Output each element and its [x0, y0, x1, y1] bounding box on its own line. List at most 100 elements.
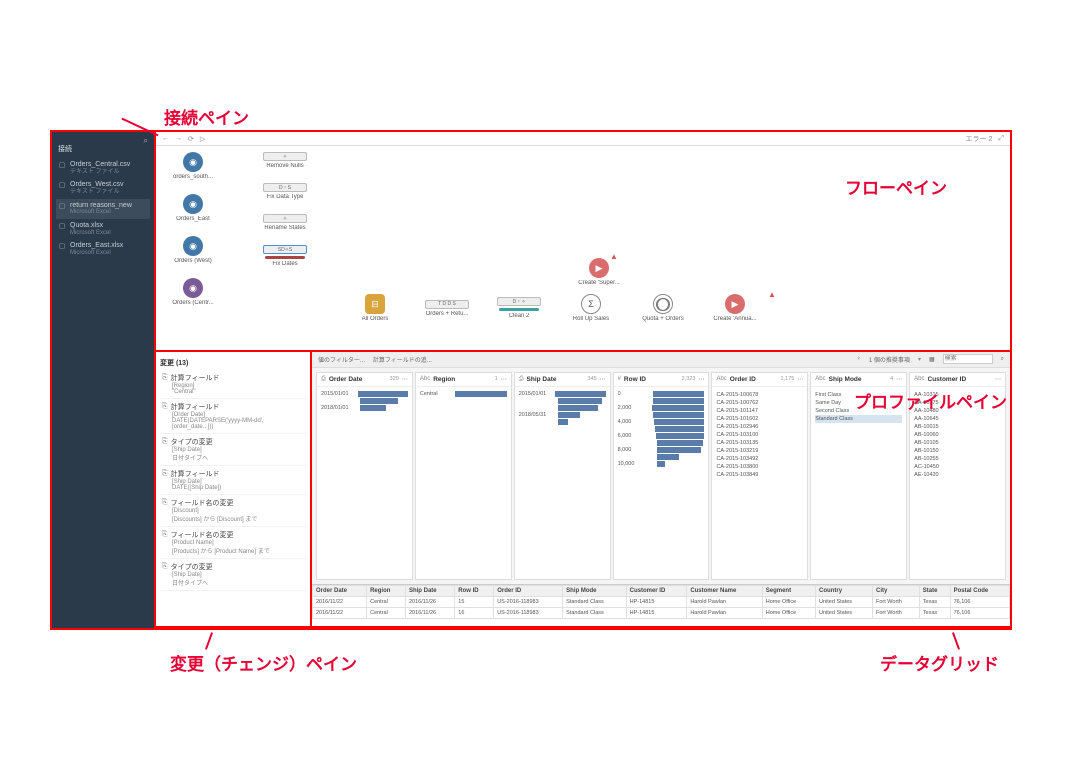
refresh-icon[interactable]: ⟳	[188, 135, 194, 143]
flow-node[interactable]: D・SFix Data Type	[256, 183, 314, 200]
column-header[interactable]: Country	[816, 586, 873, 597]
search-input[interactable]	[943, 354, 993, 364]
change-item[interactable]: ⎘タイプの変更[Ship Date]日付タイプへ	[160, 434, 306, 466]
flow-node[interactable]: ΣRoll Up Sales	[562, 294, 620, 322]
menu-icon[interactable]: ⋯	[995, 376, 1001, 383]
change-item[interactable]: ⎘フィールド名の変更[Product Name][Products] から [P…	[160, 527, 306, 559]
connection-item[interactable]: ▢Orders_Central.csvテキスト ファイル	[56, 158, 150, 178]
table-row[interactable]: 2016/11/22Central2016/11/2616US-2016-118…	[313, 608, 1010, 619]
flow-node[interactable]: ◉Orders_East	[164, 194, 222, 222]
change-item[interactable]: ⎘タイプの変更[Ship Date]日付タイプへ	[160, 559, 306, 591]
flow-node[interactable]: ▶Create 'Annua...	[706, 294, 764, 322]
play-icon[interactable]: ▷	[200, 135, 205, 143]
value-row[interactable]: CA-2015-101147	[716, 407, 803, 415]
change-item[interactable]: ⎘フィールド名の変更[Discount][Discounts] から [Disc…	[160, 495, 306, 527]
change-item[interactable]: ⎘計算フィールド[Region]"Central"	[160, 370, 306, 399]
error-count[interactable]: エラー 2	[966, 134, 993, 144]
flow-node[interactable]: Quota + Orders	[634, 294, 692, 322]
connection-item[interactable]: ▢return reasons_newMicrosoft Excel	[56, 199, 150, 219]
flow-node[interactable]: SD✧SFix Dates	[256, 245, 314, 267]
value-row[interactable]: AA-10645	[914, 415, 1001, 423]
column-header[interactable]: City	[872, 586, 919, 597]
change-icon: ⎘	[162, 403, 168, 411]
flow-node[interactable]: ◉Orders (West)	[164, 236, 222, 264]
connection-item[interactable]: ▢Orders_West.csvテキスト ファイル	[56, 178, 150, 198]
column-header[interactable]: Row ID	[455, 586, 494, 597]
value-row[interactable]: CA-2015-103135	[716, 439, 803, 447]
value-row[interactable]: CA-2015-103849	[716, 471, 803, 479]
flow-node[interactable]: ✧Remove Nulls	[256, 152, 314, 169]
search-icon[interactable]: ⌕	[1001, 356, 1004, 363]
flow-node[interactable]: D・✧Clean 2	[490, 297, 548, 319]
chevron-down-icon[interactable]: ▾	[918, 356, 921, 363]
profile-card[interactable]: ⎙Order Date329⋯2015/01/012018/01/01	[316, 372, 413, 580]
value-row[interactable]: Standard Class	[815, 415, 902, 423]
search-icon[interactable]: ⌕	[144, 136, 148, 146]
value-row[interactable]: AC-10450	[914, 463, 1001, 471]
value-row[interactable]: AB-10060	[914, 431, 1001, 439]
value-row[interactable]: AB-10105	[914, 439, 1001, 447]
back-icon[interactable]: ←	[162, 135, 169, 142]
recommendations-label[interactable]: 1 個の推奨事項	[869, 355, 910, 364]
value-row[interactable]: CA-2015-103219	[716, 447, 803, 455]
bin-bar	[653, 398, 705, 404]
flow-node[interactable]: T D D SOrders + Retu...	[418, 300, 476, 317]
value-row[interactable]: CA-2015-103100	[716, 431, 803, 439]
menu-icon[interactable]: ⋯	[501, 376, 507, 383]
profile-card[interactable]: #Row ID2,323⋯02,0004,0006,0008,00010,000	[613, 372, 710, 580]
profile-card[interactable]: AbcRegion1⋯Central	[415, 372, 512, 580]
step-bar: T D D S	[425, 300, 469, 309]
menu-icon[interactable]: ⋯	[797, 376, 803, 383]
change-item[interactable]: ⎘計算フィールド[Ship Date]DATE([Ship Date])	[160, 466, 306, 495]
menu-icon[interactable]: ⋯	[698, 376, 704, 383]
warning-icon[interactable]: ▲	[610, 252, 618, 261]
grid-view-icon[interactable]: ▦	[929, 356, 935, 363]
add-calc-field-button[interactable]: 計算フィールドの追...	[373, 355, 432, 364]
expand-icon[interactable]: ⤢	[998, 135, 1004, 143]
column-header[interactable]: Postal Code	[950, 586, 1009, 597]
column-header[interactable]: Customer ID	[626, 586, 687, 597]
flow-node[interactable]: ◉orders_south...	[164, 152, 222, 180]
filter-button[interactable]: 値のフィルター...	[318, 355, 365, 364]
value-row[interactable]: CA-2015-103492	[716, 455, 803, 463]
warning-icon[interactable]: ▲	[768, 290, 776, 299]
change-item[interactable]: ⎘計算フィールド[Order Date]DATE(DATEPARSE('yyyy…	[160, 399, 306, 434]
column-header[interactable]: Order ID	[494, 586, 563, 597]
value-row[interactable]: AB-10255	[914, 455, 1001, 463]
value-row[interactable]: CA-2015-102946	[716, 423, 803, 431]
column-header[interactable]: Order Date	[313, 586, 367, 597]
value-row[interactable]: AE-10420	[914, 471, 1001, 479]
forward-icon[interactable]: →	[175, 135, 182, 142]
value-row[interactable]: CA-2015-100678	[716, 391, 803, 399]
flow-node[interactable]: ▶Create 'Super...	[570, 258, 628, 286]
connection-item[interactable]: ▢Quota.xlsxMicrosoft Excel	[56, 219, 150, 239]
value-row[interactable]: CA-2015-101602	[716, 415, 803, 423]
profile-card[interactable]: ⎙Ship Date345⋯2015/01/012018/05/31	[514, 372, 611, 580]
menu-icon[interactable]: ⋯	[896, 376, 902, 383]
value-row[interactable]: AB-10150	[914, 447, 1001, 455]
column-header[interactable]: Ship Date	[405, 586, 454, 597]
recommendation-icon[interactable]: ♀	[856, 356, 861, 362]
ds-name: Orders_West.csv	[70, 181, 124, 189]
value-row[interactable]: AB-10015	[914, 423, 1001, 431]
value-row[interactable]: CA-2015-103800	[716, 463, 803, 471]
callout-connections: 接続ペイン	[164, 104, 249, 129]
node-label: Rename States	[264, 225, 305, 231]
flow-node[interactable]: ◉Orders (Centr...	[164, 278, 222, 306]
column-header[interactable]: Customer Name	[687, 586, 762, 597]
field-name: Order Date	[329, 376, 387, 383]
profile-card[interactable]: AbcOrder ID1,175⋯CA-2015-100678CA-2015-1…	[711, 372, 808, 580]
flow-node[interactable]: ✧Rename States	[256, 214, 314, 231]
data-grid[interactable]: Order DateRegionShip DateRow IDOrder IDS…	[312, 584, 1010, 626]
menu-icon[interactable]: ⋯	[402, 376, 408, 383]
menu-icon[interactable]: ⋯	[600, 376, 606, 383]
value-row[interactable]: CA-2015-100762	[716, 399, 803, 407]
column-header[interactable]: Ship Mode	[563, 586, 626, 597]
connection-item[interactable]: ▢Orders_East.xlsxMicrosoft Excel	[56, 239, 150, 259]
column-header[interactable]: State	[919, 586, 950, 597]
bin-bar	[654, 419, 704, 425]
column-header[interactable]: Segment	[762, 586, 815, 597]
table-row[interactable]: 2016/11/22Central2016/11/2615US-2016-118…	[313, 597, 1010, 608]
column-header[interactable]: Region	[367, 586, 406, 597]
flow-node[interactable]: ⊟All Orders	[346, 294, 404, 322]
